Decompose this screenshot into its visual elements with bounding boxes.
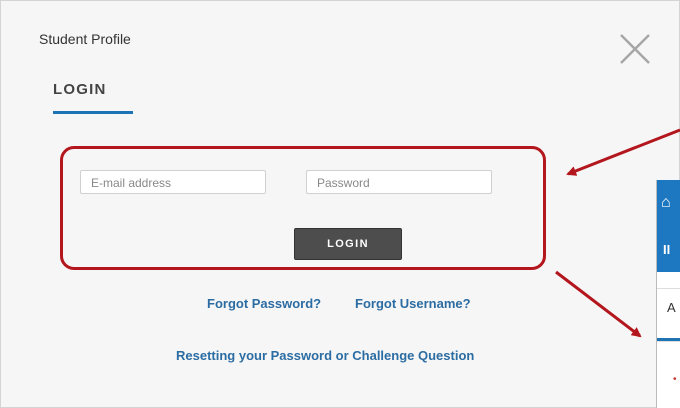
- forgot-password-link[interactable]: Forgot Password?: [207, 296, 321, 311]
- mobile-preview-header: ⌂ II: [657, 180, 680, 272]
- mobile-preview-header-text: II: [663, 242, 671, 257]
- tab-active-underline: [53, 111, 133, 114]
- mobile-preview-tab-label: A: [667, 300, 676, 315]
- tab-login[interactable]: LOGIN: [53, 81, 107, 98]
- mobile-preview-marker: •: [673, 374, 677, 385]
- forgot-username-link[interactable]: Forgot Username?: [355, 296, 471, 311]
- login-highlight-box: [60, 146, 546, 270]
- divider: [657, 288, 680, 289]
- modal-title: Student Profile: [39, 31, 131, 47]
- reset-password-link[interactable]: Resetting your Password or Challenge Que…: [176, 348, 474, 363]
- graduation-cap-icon: ⌂: [661, 194, 671, 211]
- divider: [657, 341, 680, 342]
- mobile-preview-panel: ⌂ II A •: [656, 180, 680, 408]
- close-icon[interactable]: [615, 29, 655, 69]
